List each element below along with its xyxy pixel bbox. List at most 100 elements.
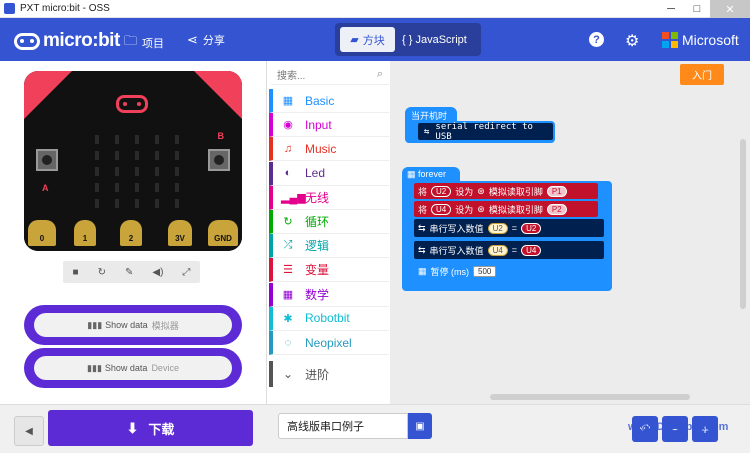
gear-icon[interactable]: ⚙ xyxy=(625,31,639,51)
analog-read-label: 模拟读取引脚 xyxy=(488,186,543,197)
share-button[interactable]: ⋖ 分享 xyxy=(187,32,225,48)
project-name-input[interactable]: 高线版串口例子 xyxy=(278,413,408,439)
category-circle[interactable]: ◉ Input xyxy=(269,113,389,138)
show-data-label: Show data xyxy=(105,320,148,330)
projects-button[interactable]: 🗀 项目 xyxy=(124,32,164,54)
equals-label: = xyxy=(511,245,518,255)
show-data-device-button[interactable]: ▮▮▮ Show data Device xyxy=(24,348,242,388)
microsoft-squares-icon xyxy=(662,32,678,48)
usb-icon: ⇆ xyxy=(424,126,430,137)
button-b[interactable] xyxy=(208,149,230,171)
pin-gnd[interactable]: GND xyxy=(208,220,238,246)
window-title-bar: PXT micro:bit - OSS ─ □ ✕ xyxy=(0,0,750,18)
category-spinner[interactable]: ◌ Neopixel xyxy=(269,331,389,355)
variable-dropdown[interactable]: U4 xyxy=(431,203,452,215)
category-toggle[interactable]: ◐ Led xyxy=(269,161,389,186)
pin-1[interactable]: 1 xyxy=(74,220,96,246)
category-label: Neopixel xyxy=(305,335,352,350)
serial-redirect-block[interactable]: ⇆ serial redirect to USB xyxy=(418,122,553,142)
toolbox-search-input[interactable]: 搜索... ⌕ xyxy=(271,65,389,85)
logo-touch-pad[interactable] xyxy=(116,95,148,113)
category-shuffle[interactable]: ⤮ 逻辑 xyxy=(269,234,389,259)
category-list[interactable]: ☰ 变量 xyxy=(269,258,389,283)
pin-dropdown[interactable]: P1 xyxy=(546,185,567,197)
download-icon: ⬇ xyxy=(126,419,139,436)
slowmo-icon[interactable]: ✎ xyxy=(125,267,133,278)
spinner-icon: ◌ xyxy=(284,336,292,349)
list-icon: ☰ xyxy=(283,264,293,277)
pin-2[interactable]: 2 xyxy=(120,220,142,246)
pause-value-input[interactable]: 500 xyxy=(473,265,497,277)
variable-dropdown[interactable]: U4 xyxy=(521,244,542,256)
logo-text: micro:bit xyxy=(43,30,120,51)
category-grid[interactable]: ▦ Basic xyxy=(269,89,389,113)
toolbox: 搜索... ⌕ ▦ Basic ◉ Input ♫ Music ◐ Led ▂▄▆ 无线 ↻ 循环 ⤮ 逻… xyxy=(266,61,390,404)
signal-icon: ▂▄▆ xyxy=(281,191,306,204)
serial-write-value-block[interactable]: ⇆ 串行写入数值 U2 = U2 xyxy=(414,219,604,237)
category-label: Robotbit xyxy=(305,311,350,326)
set-label: 将 xyxy=(418,204,428,215)
show-data-inner: ▮▮▮ Show data Device xyxy=(34,356,232,380)
set-label: 将 xyxy=(418,186,428,197)
category-robot[interactable]: ✱ Robotbit xyxy=(269,306,389,331)
to-label: 设为 xyxy=(455,186,474,197)
workspace-vertical-scrollbar[interactable] xyxy=(740,139,746,309)
category-signal[interactable]: ▂▄▆ 无线 xyxy=(269,185,389,210)
equals-label: = xyxy=(511,223,518,233)
minimize-button[interactable]: ─ xyxy=(658,0,684,18)
mute-icon[interactable]: ◀) xyxy=(152,267,163,278)
search-placeholder: 搜索... xyxy=(277,71,306,82)
microsoft-logo[interactable]: Microsoft xyxy=(662,32,739,48)
category-loop[interactable]: ↻ 循环 xyxy=(269,210,389,234)
serial-write-label: 串行写入数值 xyxy=(429,223,484,234)
chevron-down-icon: ⌄ xyxy=(283,367,294,381)
set-variable-block[interactable]: 将 U4 设为 ⊛ 模拟读取引脚 P2 xyxy=(414,201,598,217)
microbit-logo[interactable]: micro:bit xyxy=(14,30,120,52)
show-data-simulator-button[interactable]: ▮▮▮ Show data 模拟器 xyxy=(24,305,242,345)
bar-chart-icon: ▮▮▮ xyxy=(87,362,102,373)
workspace-horizontal-scrollbar[interactable] xyxy=(490,394,690,400)
stop-icon[interactable]: ■ xyxy=(73,267,79,278)
variable-dropdown[interactable]: U2 xyxy=(521,222,542,234)
close-button[interactable]: ✕ xyxy=(710,0,750,18)
puzzle-icon: ▰ xyxy=(350,34,359,46)
restart-icon[interactable]: ↻ xyxy=(98,267,106,278)
button-b-label: B xyxy=(217,131,225,141)
set-variable-block[interactable]: 将 U2 设为 ⊛ 模拟读取引脚 P1 xyxy=(414,183,598,199)
fullscreen-icon[interactable]: ⤢ xyxy=(182,267,190,278)
category-headphones[interactable]: ♫ Music xyxy=(269,137,389,162)
collapse-simulator-button[interactable]: ◀ xyxy=(14,416,44,446)
toggle-icon: ◐ xyxy=(284,167,292,180)
headphones-icon: ♫ xyxy=(283,142,293,155)
pin-0[interactable]: 0 xyxy=(28,220,56,246)
button-a[interactable] xyxy=(36,149,58,171)
analog-read-icon: ⊛ xyxy=(477,203,485,214)
advanced-category[interactable]: ⌄ 进阶 xyxy=(269,361,389,387)
help-icon[interactable]: ? xyxy=(589,32,604,47)
window-title: PXT micro:bit - OSS xyxy=(20,3,110,14)
pin-dropdown[interactable]: P2 xyxy=(546,203,567,215)
led-matrix xyxy=(87,131,187,211)
grid-icon: ▦ xyxy=(407,169,416,179)
getting-started-button[interactable]: 入门 xyxy=(680,64,724,85)
pause-block[interactable]: ▦ 暂停 (ms) 500 xyxy=(414,263,514,279)
save-button[interactable]: ▣ xyxy=(408,413,432,439)
tab-javascript[interactable]: { } JavaScript xyxy=(402,27,467,52)
serial-write-value-block[interactable]: ⇆ 串行写入数值 U4 = U4 xyxy=(414,241,604,259)
pin-3v[interactable]: 3V xyxy=(168,220,192,246)
microbit-board: A B 0 1 2 3V GND xyxy=(24,71,242,251)
variable-dropdown[interactable]: U2 xyxy=(431,185,452,197)
download-button[interactable]: ⬇ 下载 xyxy=(48,410,253,446)
category-label: Music xyxy=(305,141,337,156)
watermark: www.DFRobot.com xyxy=(628,421,729,433)
category-calculator[interactable]: ▦ 数学 xyxy=(269,282,389,307)
analog-read-label: 模拟读取引脚 xyxy=(488,204,543,215)
maximize-button[interactable]: □ xyxy=(684,0,710,18)
key-string-input[interactable]: U4 xyxy=(487,244,508,256)
category-label: 循环 xyxy=(305,215,330,229)
window-controls: ─ □ ✕ xyxy=(658,0,750,18)
tab-blocks[interactable]: ▰ 方块 xyxy=(340,27,395,52)
blocks-workspace[interactable]: 入门 当开机时 ⇆ serial redirect to USB ▦ forev… xyxy=(390,61,750,404)
loop-icon: ↻ xyxy=(283,216,293,228)
key-string-input[interactable]: U2 xyxy=(487,222,508,234)
